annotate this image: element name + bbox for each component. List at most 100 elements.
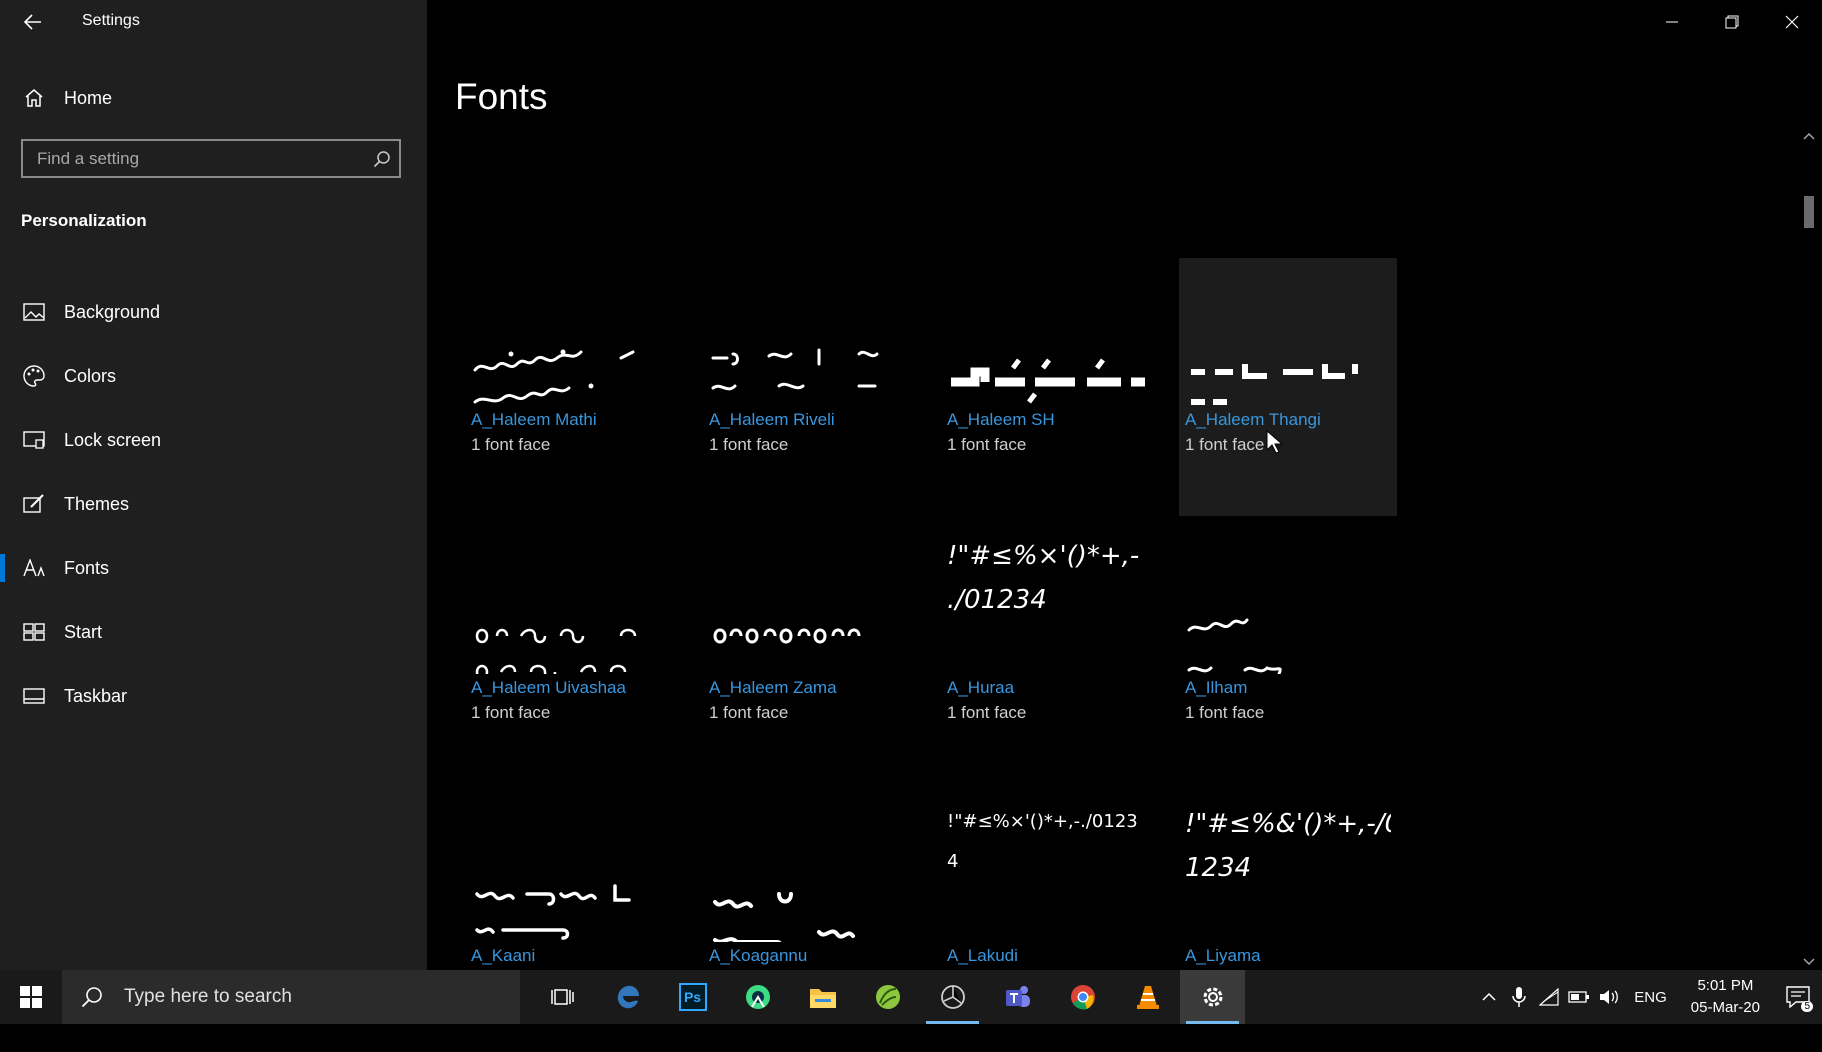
font-name: A_Ilham [1185,678,1248,697]
action-center-button[interactable]: 5 [1774,970,1822,1024]
script-preview-glyphs [713,628,861,644]
photoshop-label: Ps [683,989,702,1005]
sidebar-titlebar: Settings [0,0,427,44]
font-tile-a-huraa[interactable]: !"#≤%×'()*+,- ./01234 A_Huraa 1 font fac… [941,526,1159,784]
minimize-button[interactable] [1642,0,1702,44]
close-icon [1785,15,1799,29]
restore-button[interactable] [1702,0,1762,44]
page-title: Fonts [455,76,548,117]
edge-icon [617,985,639,1009]
font-face-count: 1 font face [709,435,789,454]
chrome-button[interactable] [1050,970,1115,1024]
sidebar-item-label: Background [64,301,161,322]
sidebar-item-background[interactable]: Background [0,280,427,344]
edge-button[interactable] [595,970,660,1024]
greenshot-button[interactable] [855,970,920,1024]
font-name: A_Haleem Uivashaa [471,678,626,697]
sidebar-item-label: Colors [64,365,117,386]
script-preview-glyphs [475,884,631,941]
back-arrow-icon [24,14,41,30]
microphone-icon [1512,987,1527,1007]
taskbar-apps: Ps [530,970,1245,1024]
brush-icon [20,490,48,518]
font-name: A_Lakudi [947,946,1018,965]
taskbar-icon [20,682,48,710]
language-indicator[interactable]: ENG [1634,989,1667,1006]
windows-logo-icon [20,986,42,1008]
font-preview [709,802,915,942]
font-face-count: 1 font face [947,703,1027,722]
sidebar-item-colors[interactable]: Colors [0,344,427,408]
taskbar: Ps [0,970,1822,1024]
font-preview [1185,534,1391,674]
window-controls [1642,0,1822,44]
font-tile-a-haleem-sh[interactable]: A_Haleem SH 1 font face [941,258,1159,516]
nav-home[interactable]: Home [0,78,427,118]
microphone-button[interactable] [1504,970,1534,1024]
font-tile-a-haleem-thangi[interactable]: A_Haleem Thangi 1 font face [1179,258,1397,516]
sidebar-item-fonts[interactable]: Fonts [0,536,427,600]
font-preview: !"#≤%&'()*+,-/0 1234 [1185,809,1391,884]
script-preview-glyphs [473,349,635,404]
script-preview-glyphs [711,348,879,391]
minimize-icon [1666,21,1678,23]
font-tile-a-haleem-mathi[interactable]: A_Haleem Mathi 1 font face [465,258,683,516]
image-icon [20,298,48,326]
font-preview [1185,266,1391,406]
settings-button[interactable] [1180,970,1245,1024]
app-title: Settings [82,12,140,29]
scroll-up-icon[interactable] [1802,128,1816,144]
taskbar-search-box[interactable] [62,970,520,1024]
network-button[interactable] [1534,970,1564,1024]
volume-button[interactable] [1594,970,1624,1024]
vlc-button[interactable] [1115,970,1180,1024]
sidebar-item-label: Themes [64,493,130,514]
teams-button[interactable] [985,970,1050,1024]
font-name: A_Haleem Thangi [1185,410,1321,429]
show-hidden-icons-button[interactable] [1474,970,1504,1024]
font-name: A_Haleem Riveli [709,410,835,429]
android-studio-button[interactable] [725,970,790,1024]
sidebar-item-lock-screen[interactable]: Lock screen [0,408,427,472]
font-tile-a-haleem-uivashaa[interactable]: A_Haleem Uivashaa 1 font face [465,526,683,784]
search-icon[interactable] [365,141,399,176]
android-studio-icon [745,985,770,1009]
sidebar-item-themes[interactable]: Themes [0,472,427,536]
font-tile-a-haleem-riveli[interactable]: A_Haleem Riveli 1 font face [703,258,921,516]
find-setting-input[interactable] [23,140,365,177]
section-title: Personalization [21,211,147,230]
find-setting-box [21,139,401,178]
script-preview-glyphs [713,892,855,942]
task-view-button[interactable] [530,970,595,1024]
nav-list: Background Colors Lock screen Themes Fon… [0,280,427,728]
scroll-thumb[interactable] [1804,196,1814,228]
mouse-cursor-icon [1266,430,1284,454]
font-name: A_Huraa [947,678,1015,697]
vertical-scrollbar[interactable] [1802,128,1816,970]
sidebar-item-start[interactable]: Start [0,600,427,664]
settings-icon [1203,987,1222,1007]
scroll-down-icon[interactable] [1802,954,1816,970]
close-button[interactable] [1762,0,1822,44]
font-preview [709,266,915,406]
sidebar-item-taskbar[interactable]: Taskbar [0,664,427,728]
clock[interactable]: 5:01 PM 05-Mar-20 [1691,975,1760,1019]
font-tile-a-haleem-zama[interactable]: A_Haleem Zama 1 font face [703,526,921,784]
font-face-count: 1 font face [947,435,1027,454]
notification-count-badge: 5 [1801,1001,1813,1012]
sidebar-item-label: Fonts [64,557,110,578]
photoshop-button[interactable]: Ps [660,970,725,1024]
taskbar-search-input[interactable] [122,985,520,1009]
back-button[interactable] [18,8,48,36]
start-button[interactable] [0,970,62,1024]
script-preview-glyphs [951,358,1145,404]
font-name: A_Kaani [471,946,536,965]
palette-icon [20,362,48,390]
file-explorer-button[interactable] [790,970,855,1024]
teams-icon [1005,986,1030,1007]
battery-button[interactable] [1564,970,1594,1024]
script-preview-glyphs [1187,618,1282,674]
vlc-icon [1136,986,1159,1009]
media-app-button[interactable] [920,970,985,1024]
font-tile-a-ilham[interactable]: A_Ilham 1 font face [1179,526,1397,784]
